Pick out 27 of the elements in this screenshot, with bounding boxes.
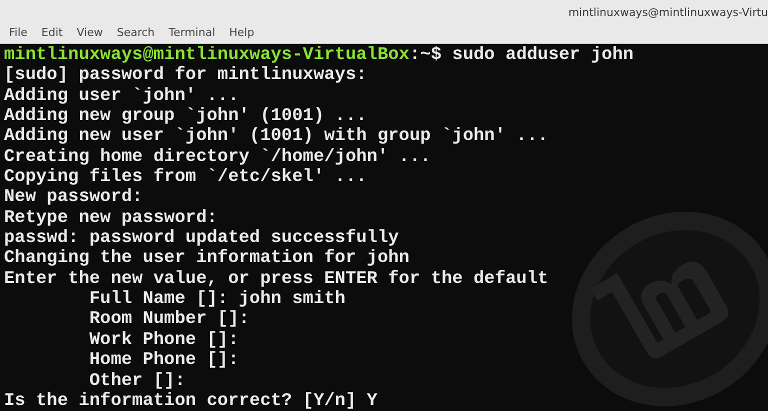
output-line: Adding new user `john' (1001) with group `john' ...: [4, 126, 550, 147]
prompt-user-host: mintlinuxways@mintlinuxways-VirtualBox: [4, 45, 410, 65]
output-line: Copying files from `/etc/skel' ...: [4, 167, 368, 188]
command-text: sudo adduser john: [452, 45, 634, 65]
menu-item[interactable]: Search: [112, 24, 160, 40]
output-line: Other []:: [88, 370, 186, 391]
output-line: passwd: password updated successfully: [4, 228, 400, 248]
output-line: Adding new group `john' (1001) ...: [4, 106, 368, 126]
menu-item[interactable]: View: [72, 24, 108, 40]
output-line: Full Name []: john smith: [88, 289, 346, 310]
menu-item[interactable]: Edit: [36, 24, 68, 40]
output-line: Work Phone []:: [88, 330, 240, 350]
output-line: Creating home directory `/home/john' ...: [4, 146, 432, 168]
menu-item[interactable]: Help: [224, 24, 260, 40]
window-title: mintlinuxways@mintlinuxways-Virtu: [568, 6, 768, 21]
output-line: Home Phone []:: [88, 350, 240, 370]
menu-item[interactable]: File: [4, 24, 32, 40]
output-line: Changing the user information for john: [4, 248, 410, 269]
output-line: New password:: [4, 187, 144, 208]
output-line: Retype new password:: [4, 208, 218, 228]
menu-item[interactable]: Terminal: [164, 24, 220, 40]
prompt-path: :~$: [409, 45, 442, 65]
output-line: Room Number []:: [88, 309, 250, 330]
output-line: Is the information correct? [Y/n] Y: [4, 390, 378, 411]
output-line: Enter the new value, or press ENTER for the default: [4, 268, 550, 290]
output-line: Adding user `john' ...: [4, 86, 240, 106]
output-line: [sudo] password for mintlinuxways:: [4, 65, 368, 86]
